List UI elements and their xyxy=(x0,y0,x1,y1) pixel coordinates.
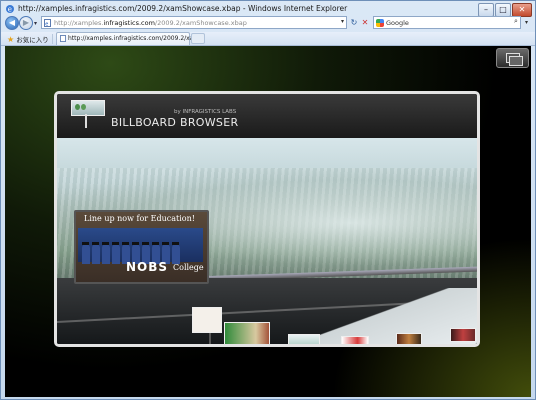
refresh-button[interactable]: ↻ xyxy=(349,17,359,28)
close-button[interactable]: ✕ xyxy=(512,3,532,17)
search-icon[interactable]: ⌕ xyxy=(514,17,518,26)
search-box[interactable]: Google xyxy=(373,16,521,29)
highway-scene: Line up now for Education! NOBS College xyxy=(57,138,477,344)
favorites-bar: ★ お気に入り http://xamples.infragistics.com/… xyxy=(1,32,535,46)
svg-text:e: e xyxy=(8,6,12,14)
svg-text:e: e xyxy=(45,22,48,28)
billboard-7[interactable] xyxy=(450,328,476,342)
browser-window: e http://xamples.infragistics.com/2009.2… xyxy=(0,0,536,400)
featured-billboard[interactable]: Line up now for Education! NOBS College xyxy=(74,210,209,284)
search-engine-label: Google xyxy=(386,19,409,27)
billboard-logo-icon xyxy=(71,100,105,116)
maximize-button[interactable]: □ xyxy=(495,3,511,17)
history-dropdown-icon[interactable]: ▾ xyxy=(34,20,37,27)
star-icon: ★ xyxy=(7,35,15,44)
window-title: http://xamples.infragistics.com/2009.2/x… xyxy=(18,4,348,13)
ie-icon: e xyxy=(6,5,14,14)
back-button[interactable]: ◀ xyxy=(5,16,19,30)
billboard-3[interactable] xyxy=(224,322,270,344)
tab-page-icon xyxy=(60,35,66,42)
stop-button[interactable]: ✕ xyxy=(360,17,370,28)
tab-title: http://xamples.infragistics.com/2009.2/x… xyxy=(68,35,200,42)
minimize-button[interactable]: – xyxy=(478,3,494,17)
billboard-4[interactable] xyxy=(288,334,320,344)
billboard-5[interactable] xyxy=(341,336,369,344)
new-tab-button[interactable] xyxy=(191,33,205,44)
billboard-6[interactable] xyxy=(396,333,422,344)
address-bar[interactable]: e http://xamples.infragistics.com/2009.2… xyxy=(41,16,347,29)
separator xyxy=(52,34,53,44)
app-title: BILLBOARD BROWSER xyxy=(111,116,239,129)
app-header: by INFRAGISTICS LABS BILLBOARD BROWSER xyxy=(57,94,477,138)
address-url: http://xamples.infragistics.com/2009.2/x… xyxy=(54,19,247,27)
google-icon xyxy=(376,19,384,27)
page-content: by INFRAGISTICS LABS BILLBOARD BROWSER L… xyxy=(5,46,531,397)
search-dropdown-icon[interactable]: ▾ xyxy=(525,19,528,26)
forward-button[interactable]: ▶ xyxy=(19,16,33,30)
page-icon: e xyxy=(44,19,51,27)
fullscreen-button[interactable] xyxy=(496,48,529,68)
billboard-headline: Line up now for Education! xyxy=(84,214,195,223)
address-dropdown-icon[interactable]: ▾ xyxy=(341,18,344,25)
navigation-bar: ◀ ▶ ▾ e http://xamples.infragistics.com/… xyxy=(1,16,535,32)
billboard-subtitle: College xyxy=(173,263,204,272)
billboard-browser-panel: by INFRAGISTICS LABS BILLBOARD BROWSER L… xyxy=(54,91,480,347)
billboard-brand: NOBS xyxy=(126,260,169,274)
browser-tab[interactable]: http://xamples.infragistics.com/2009.2/x… xyxy=(56,32,199,45)
brand-byline: by INFRAGISTICS LABS xyxy=(174,109,237,115)
favorites-button[interactable]: ★ お気に入り xyxy=(7,34,49,44)
billboard-2[interactable] xyxy=(192,307,222,333)
graduates-image xyxy=(78,228,203,264)
